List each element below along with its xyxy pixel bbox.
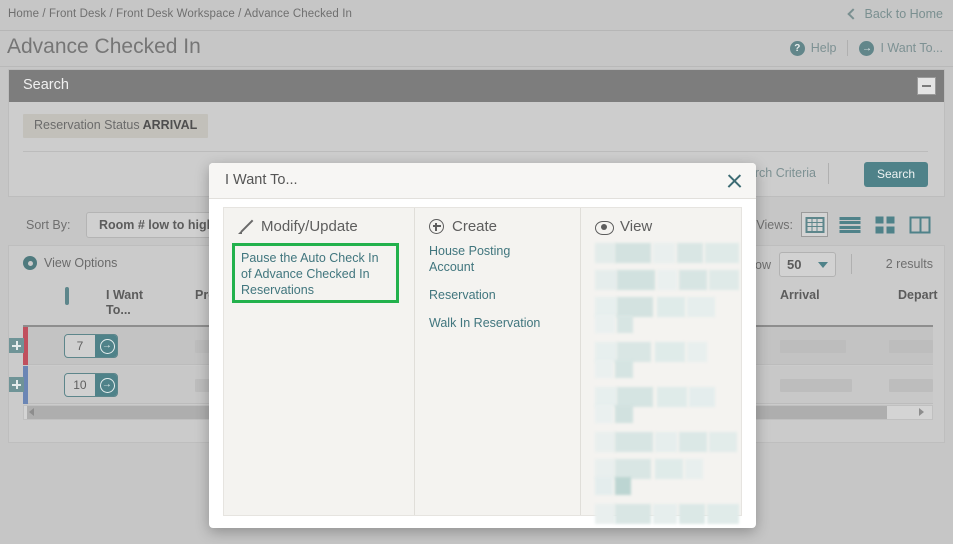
plus-circle-icon: [429, 219, 444, 234]
app-root: Home / Front Desk / Front Desk Workspace…: [0, 0, 953, 544]
modal-column-create: Create House Posting Account Reservation…: [414, 208, 580, 515]
redacted-link[interactable]: [595, 504, 741, 524]
expand-row-button[interactable]: [9, 338, 24, 353]
title-row: Advance Checked In ? Help → I Want To...: [0, 31, 953, 67]
show-count-select[interactable]: 50: [779, 252, 836, 277]
action-divider: [847, 40, 849, 56]
modal-column-modify-update: Modify/Update Pause the Auto Check In of…: [224, 208, 414, 515]
close-icon[interactable]: [724, 171, 744, 191]
top-bar: Home / Front Desk / Front Desk Workspace…: [0, 0, 953, 31]
expand-row-button[interactable]: [9, 377, 24, 392]
scroll-left-arrow-icon[interactable]: [29, 408, 34, 416]
search-heading: Search: [23, 77, 69, 93]
collapse-search-button[interactable]: [917, 77, 936, 95]
modal-column-heading: Create: [429, 218, 580, 235]
modal-body: Modify/Update Pause the Auto Check In of…: [223, 207, 742, 524]
redacted-link[interactable]: [595, 342, 741, 380]
views-toggle-group: Views:: [756, 212, 933, 237]
redacted-cell: [780, 379, 852, 392]
redacted-link[interactable]: [595, 459, 741, 497]
search-panel-header: Search: [9, 70, 944, 102]
arrow-circle-icon: [94, 374, 117, 396]
list-view-button[interactable]: [836, 212, 863, 237]
redacted-cell: [780, 340, 846, 353]
redacted-cell: [889, 379, 933, 392]
sort-by-label: Sort By:: [26, 218, 71, 232]
grid-view-button[interactable]: [801, 212, 828, 237]
reservation-status-chip[interactable]: Reservation Status ARRIVAL: [23, 114, 209, 138]
select-all-checkbox[interactable]: [65, 287, 69, 305]
question-circle-icon: ?: [789, 40, 805, 56]
back-to-home-link[interactable]: Back to Home: [847, 7, 943, 21]
split-view-button[interactable]: [906, 212, 933, 237]
column-header-arrival[interactable]: Arrival: [780, 288, 820, 303]
redacted-link[interactable]: [595, 387, 741, 425]
arrow-circle-icon: [94, 335, 117, 357]
view-options-button[interactable]: View Options: [23, 256, 117, 270]
highlight-annotation: Pause the Auto Check In of Advance Check…: [232, 243, 399, 303]
column-header-depart[interactable]: Depart: [898, 288, 938, 303]
create-heading: Create: [452, 218, 498, 235]
redacted-link-list: [595, 243, 741, 524]
chevron-left-icon: [847, 7, 860, 20]
link-reservation[interactable]: Reservation: [429, 287, 580, 303]
views-label: Views:: [756, 217, 793, 232]
modal-header: I Want To...: [209, 163, 756, 199]
modal-column-heading: Modify/Update: [238, 218, 414, 235]
i-want-to-label: I Want To...: [880, 41, 943, 55]
scroll-right-arrow-icon[interactable]: [919, 408, 924, 416]
row-i-want-to-button[interactable]: 7: [64, 334, 118, 358]
chevron-down-icon: [818, 261, 828, 268]
search-button[interactable]: Search: [864, 162, 928, 187]
breadcrumb[interactable]: Home / Front Desk / Front Desk Workspace…: [8, 8, 352, 20]
title-actions: ? Help → I Want To...: [789, 40, 943, 56]
show-count-value: 50: [787, 257, 802, 272]
link-pause-auto-check-in[interactable]: Pause the Auto Check In of Advance Check…: [241, 250, 390, 298]
row-action-number: 7: [65, 335, 95, 357]
view-heading: View: [620, 218, 653, 235]
redacted-link[interactable]: [595, 270, 741, 290]
modify-update-heading: Modify/Update: [261, 218, 358, 235]
redacted-cell: [889, 340, 933, 353]
grid-view-icon: [805, 216, 824, 233]
modal-column-heading: View: [595, 218, 741, 235]
gear-icon: [23, 256, 37, 270]
modal-column-view: View: [580, 208, 741, 524]
help-label: Help: [810, 41, 837, 55]
row-i-want-to-button[interactable]: 10: [64, 373, 118, 397]
i-want-to-modal: I Want To... Modify/Update Pause the Aut…: [209, 163, 756, 528]
chip-label: Reservation Status: [34, 118, 140, 132]
panel-divider: [23, 151, 928, 152]
sort-by-select[interactable]: Room # low to high: [86, 212, 228, 238]
back-to-home-label: Back to Home: [864, 7, 943, 21]
modal-title: I Want To...: [225, 172, 298, 188]
eye-icon: [595, 220, 614, 235]
i-want-to-button[interactable]: → I Want To...: [859, 40, 943, 56]
redacted-link[interactable]: [595, 297, 741, 335]
row-action-number: 10: [65, 374, 95, 396]
link-house-posting-account[interactable]: House Posting Account: [429, 243, 515, 275]
redacted-link[interactable]: [595, 243, 741, 263]
redacted-link[interactable]: [595, 432, 741, 452]
tile-view-button[interactable]: [871, 212, 898, 237]
arrow-circle-icon: →: [859, 40, 875, 56]
help-button[interactable]: ? Help: [789, 40, 837, 56]
criteria-divider: [828, 163, 829, 184]
tile-view-icon: [875, 216, 894, 233]
split-view-icon: [909, 216, 930, 233]
page-title: Advance Checked In: [7, 35, 201, 58]
chip-value: ARRIVAL: [142, 118, 198, 132]
column-header-i-want-to[interactable]: I Want To...: [106, 288, 164, 318]
view-options-label: View Options: [44, 256, 118, 270]
link-walk-in-reservation[interactable]: Walk In Reservation: [429, 315, 580, 331]
pencil-icon: [238, 219, 254, 234]
result-count: 2 results: [885, 257, 933, 271]
list-view-icon: [839, 216, 860, 233]
results-divider: [851, 254, 852, 274]
